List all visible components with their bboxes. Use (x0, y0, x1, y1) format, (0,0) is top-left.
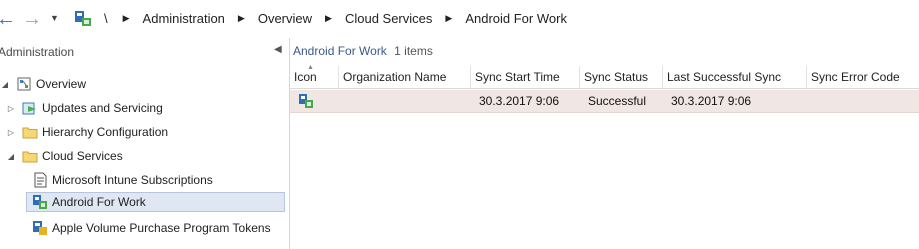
arrow-right-icon[interactable]: → (22, 8, 42, 30)
results-title-name: Android For Work (293, 44, 387, 58)
breadcrumb-separator-icon[interactable]: ▶ (445, 13, 452, 24)
tree-item-label: Overview (36, 77, 87, 91)
navigation-pane-header: Administration ◀ (0, 38, 289, 64)
cell-icon (290, 90, 339, 112)
cell-last-successful-sync: 30.3.2017 9:06 (671, 94, 752, 108)
breadcrumb: \ ▶ Administration ▶ Overview ▶ Cloud Se… (104, 11, 575, 26)
chevron-down-icon[interactable]: ▼ (50, 13, 59, 23)
tree-item-label: Android For Work (52, 195, 146, 209)
cell-organization-name (339, 90, 471, 112)
tree-item-cloud-services[interactable]: ◢ Cloud Services (6, 146, 123, 166)
tree-item-android-for-work[interactable]: Android For Work (26, 192, 285, 212)
cell-sync-error-code (807, 90, 919, 112)
folder-icon (22, 151, 38, 163)
overview-node-icon (17, 77, 31, 91)
expanded-icon[interactable]: ◢ (0, 80, 10, 89)
breadcrumb-separator-icon[interactable]: ▶ (325, 13, 332, 24)
tree-item-label: Hierarchy Configuration (42, 125, 169, 139)
tree-item-microsoft-intune-subscriptions[interactable]: Microsoft Intune Subscriptions (32, 170, 213, 190)
column-header-organization-name[interactable]: Organization Name (339, 66, 471, 88)
breadcrumb-separator-icon[interactable]: ▶ (238, 13, 245, 24)
breadcrumb-overview[interactable]: Overview (258, 11, 312, 26)
navigation-pane: Administration ◀ ◢ Overview ▷ Updates an… (0, 38, 290, 249)
collapsed-icon[interactable]: ▷ (6, 128, 16, 137)
column-header-row: Icon Organization Name Sync Start Time S… (290, 66, 919, 89)
breadcrumb-separator-icon[interactable]: ▶ (123, 13, 130, 24)
breadcrumb-root[interactable]: \ (104, 11, 108, 26)
arrow-left-icon[interactable]: ← (0, 8, 16, 30)
column-header-sync-start-time[interactable]: Sync Start Time (471, 66, 580, 88)
cell-sync-status: Successful (588, 94, 647, 108)
cell-sync-start-time: 30.3.2017 9:06 (479, 94, 560, 108)
tree-item-label: Apple Volume Purchase Program Tokens (52, 221, 271, 235)
collapsed-icon[interactable]: ▷ (6, 104, 16, 113)
column-header-last-successful-sync[interactable]: Last Successful Sync (663, 66, 807, 88)
breadcrumb-android-for-work[interactable]: Android For Work (465, 11, 567, 26)
column-header-sync-status[interactable]: Sync Status (580, 66, 663, 88)
android-for-work-icon (299, 94, 313, 108)
breadcrumb-administration[interactable]: Administration (143, 11, 225, 26)
document-icon (34, 172, 47, 188)
vpp-token-icon (33, 221, 47, 235)
collapse-pane-icon[interactable]: ◀ (274, 44, 282, 55)
expanded-icon[interactable]: ◢ (6, 152, 16, 161)
breadcrumb-cloud-services[interactable]: Cloud Services (345, 11, 432, 26)
column-header-icon[interactable]: Icon (290, 66, 339, 88)
tree-item-label: Updates and Servicing (42, 101, 163, 115)
table-row[interactable]: 30.3.2017 9:06 Successful 30.3.2017 9:06 (290, 90, 919, 113)
column-header-sync-error-code[interactable]: Sync Error Code (807, 66, 919, 88)
tree-item-hierarchy-configuration[interactable]: ▷ Hierarchy Configuration (6, 122, 168, 142)
navigation-pane-title: Administration (0, 45, 75, 59)
tree-item-label: Cloud Services (42, 149, 123, 163)
tree-item-updates-and-servicing[interactable]: ▷ Updates and Servicing (6, 98, 163, 118)
console-node-icon[interactable] (74, 10, 92, 28)
tree-item-apple-vpp-tokens[interactable]: Apple Volume Purchase Program Tokens (32, 218, 271, 238)
folder-icon (22, 127, 38, 139)
android-for-work-icon (33, 195, 47, 209)
results-title: Android For Work 1 items (293, 44, 433, 58)
address-bar: ← → ▼ \ ▶ Administration ▶ Overview ▶ Cl… (0, 0, 919, 39)
updates-icon (22, 102, 36, 115)
results-count: 1 items (394, 44, 433, 58)
tree-item-overview[interactable]: ◢ Overview (0, 74, 86, 94)
results-pane: Android For Work 1 items ▲ Icon Organiza… (290, 38, 919, 249)
tree-item-label: Microsoft Intune Subscriptions (52, 173, 213, 187)
